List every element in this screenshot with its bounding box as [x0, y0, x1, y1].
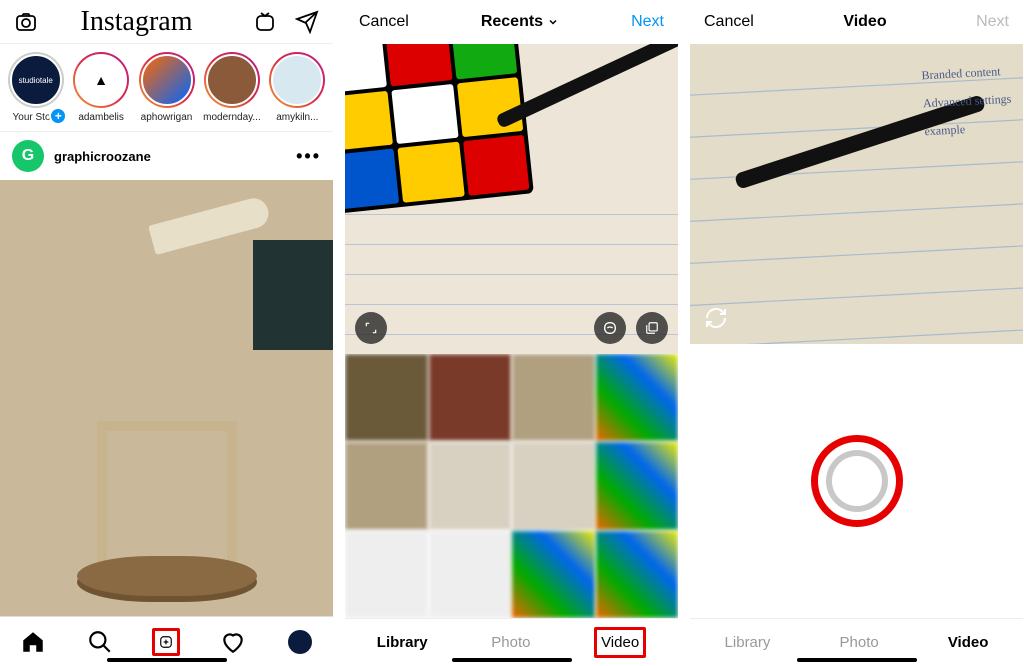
tab-video[interactable]: Video — [594, 627, 646, 658]
feed-header: Instagram — [0, 0, 333, 44]
story-item[interactable]: ▲ adambelis — [71, 52, 130, 123]
nav-new-post[interactable] — [152, 628, 180, 656]
post-media[interactable] — [0, 180, 333, 616]
screen-video-capture: Cancel Video Next Branded contentAdvance… — [690, 0, 1023, 666]
story-item[interactable]: modernday... — [202, 52, 261, 123]
post-more-button[interactable]: ••• — [296, 146, 321, 167]
album-selector[interactable]: Recents — [409, 13, 631, 31]
switch-camera-button[interactable] — [702, 304, 730, 332]
capture-area — [690, 344, 1023, 618]
capture-title: Video — [754, 13, 976, 31]
grid-thumb[interactable] — [512, 354, 595, 441]
record-button-inner — [826, 450, 888, 512]
chevron-down-icon — [547, 16, 559, 28]
expand-crop-button[interactable] — [355, 312, 387, 344]
handwriting: Branded contentAdvanced settingsexample — [921, 57, 1014, 146]
grid-thumb[interactable] — [596, 442, 679, 529]
send-icon[interactable] — [295, 10, 319, 34]
home-indicator — [797, 658, 917, 662]
grid-thumb[interactable] — [345, 354, 428, 441]
grid-thumb[interactable] — [596, 354, 679, 441]
camera-icon[interactable] — [14, 10, 38, 34]
cancel-button[interactable]: Cancel — [704, 13, 754, 31]
record-button[interactable] — [811, 435, 903, 527]
boomerang-button[interactable] — [594, 312, 626, 344]
camera-viewfinder[interactable]: Branded contentAdvanced settingsexample — [690, 44, 1023, 344]
grid-thumb[interactable] — [512, 442, 595, 529]
home-indicator — [107, 658, 227, 662]
nav-search[interactable] — [86, 628, 114, 656]
grid-thumb[interactable] — [512, 531, 595, 618]
selected-preview[interactable] — [345, 44, 678, 354]
grid-thumb[interactable] — [345, 531, 428, 618]
story-item[interactable]: amykiln... — [268, 52, 327, 123]
tab-video[interactable]: Video — [948, 634, 989, 651]
next-button[interactable]: Next — [631, 13, 664, 31]
tab-photo[interactable]: Photo — [840, 634, 879, 651]
app-logo: Instagram — [81, 6, 193, 38]
picker-header: Cancel Recents Next — [345, 0, 678, 44]
post-header: G graphicroozane ••• — [0, 132, 333, 180]
tab-library[interactable]: Library — [725, 634, 771, 651]
post-avatar[interactable]: G — [12, 140, 44, 172]
stories-tray[interactable]: studiotale + Your Story ▲ adambelis apho… — [0, 44, 333, 132]
grid-thumb[interactable] — [429, 531, 512, 618]
grid-thumb[interactable] — [429, 442, 512, 529]
cancel-button[interactable]: Cancel — [359, 13, 409, 31]
tab-library[interactable]: Library — [377, 634, 428, 651]
grid-thumb[interactable] — [345, 442, 428, 529]
grid-thumb[interactable] — [596, 531, 679, 618]
home-indicator — [452, 658, 572, 662]
photo-grid[interactable] — [345, 354, 678, 618]
next-button: Next — [976, 13, 1009, 31]
post-username[interactable]: graphicroozane — [54, 149, 286, 164]
tab-photo[interactable]: Photo — [491, 634, 530, 651]
story-item[interactable]: aphowrigan — [137, 52, 196, 123]
nav-home[interactable] — [19, 628, 47, 656]
multi-select-button[interactable] — [636, 312, 668, 344]
screen-library-picker: Cancel Recents Next — [345, 0, 678, 666]
nav-profile[interactable] — [286, 628, 314, 656]
nav-activity[interactable] — [219, 628, 247, 656]
igtv-icon[interactable] — [253, 10, 277, 34]
capture-header: Cancel Video Next — [690, 0, 1023, 44]
grid-thumb[interactable] — [429, 354, 512, 441]
profile-avatar-icon — [288, 630, 312, 654]
screen-feed: Instagram studiotale + Your Story ▲ adam… — [0, 0, 333, 666]
story-own[interactable]: studiotale + Your Story — [6, 52, 65, 123]
